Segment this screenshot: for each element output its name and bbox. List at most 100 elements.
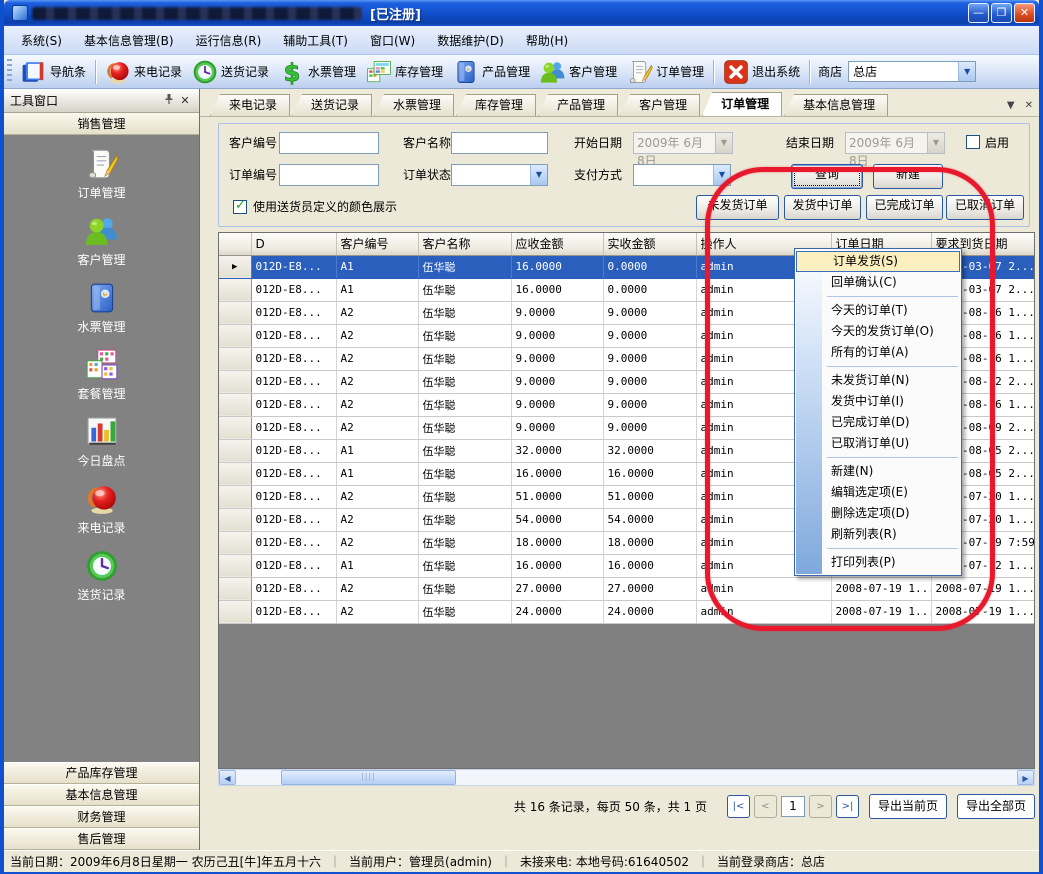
cell-received[interactable]: 9.0000 (603, 370, 696, 393)
tab-0[interactable]: 来电记录 (210, 94, 290, 116)
tab-4[interactable]: 产品管理 (538, 94, 618, 116)
tool-window-close-icon[interactable]: ✕ (177, 94, 193, 107)
menu-item-5[interactable]: 数据维护(D) (426, 28, 515, 53)
cell-received[interactable]: 16.0000 (603, 554, 696, 577)
cell-customer_name[interactable]: 伍华聪 (418, 255, 511, 278)
row-selector-cell[interactable] (219, 531, 251, 554)
cell-customer_no[interactable]: A2 (336, 393, 418, 416)
next-page-button[interactable]: > (809, 795, 832, 818)
last-page-button[interactable]: >| (836, 795, 859, 818)
cell-id[interactable]: 012D-E8... (251, 278, 336, 301)
row-selector-cell[interactable] (219, 347, 251, 370)
menu-item-1[interactable]: 基本信息管理(B) (73, 28, 185, 53)
row-selector-cell[interactable] (219, 370, 251, 393)
row-selector-cell[interactable] (219, 278, 251, 301)
cell-required_date[interactable]: 2008-07-19 1... (931, 600, 1035, 623)
cell-customer_no[interactable]: A2 (336, 577, 418, 600)
export-current-page-button[interactable]: 导出当前页 (869, 794, 947, 819)
scrollbar-thumb[interactable] (281, 770, 456, 785)
cell-receivable[interactable]: 9.0000 (511, 347, 603, 370)
cell-receivable[interactable]: 27.0000 (511, 577, 603, 600)
cell-customer_name[interactable]: 伍华聪 (418, 531, 511, 554)
row-selector-cell[interactable] (219, 324, 251, 347)
cell-customer_no[interactable]: A1 (336, 462, 418, 485)
cell-id[interactable]: 012D-E8... (251, 370, 336, 393)
cell-receivable[interactable]: 16.0000 (511, 255, 603, 278)
cell-received[interactable]: 9.0000 (603, 416, 696, 439)
store-select[interactable]: 总店▼ (848, 61, 976, 82)
row-selector-cell[interactable] (219, 485, 251, 508)
cell-id[interactable]: 012D-E8... (251, 439, 336, 462)
cell-customer_name[interactable]: 伍华聪 (418, 393, 511, 416)
cell-received[interactable]: 0.0000 (603, 278, 696, 301)
cell-received[interactable]: 9.0000 (603, 393, 696, 416)
delivery-color-checkbox[interactable] (233, 200, 247, 214)
context-menu-item-0[interactable]: 订单发货(S) (796, 251, 960, 272)
cell-operator[interactable]: admin (696, 600, 831, 623)
cell-id[interactable]: 012D-E8... (251, 347, 336, 370)
cell-customer_name[interactable]: 伍华聪 (418, 462, 511, 485)
maximize-button[interactable]: ❐ (991, 3, 1012, 23)
cell-id[interactable]: 012D-E8... (251, 324, 336, 347)
cell-customer_name[interactable]: 伍华聪 (418, 278, 511, 301)
table-row[interactable]: 012D-E8...A2伍华聪24.000024.0000admin2008-0… (219, 600, 1035, 623)
cell-customer_name[interactable]: 伍华聪 (418, 508, 511, 531)
cell-received[interactable]: 24.0000 (603, 600, 696, 623)
customer-name-input[interactable] (451, 132, 548, 154)
quick-filter-button-2[interactable]: 已完成订单 (866, 195, 943, 220)
cell-id[interactable]: 012D-E8... (251, 508, 336, 531)
toolbar-button-7[interactable]: 订单管理 (622, 57, 709, 87)
cell-customer_no[interactable]: A2 (336, 347, 418, 370)
cell-id[interactable]: 012D-E8... (251, 301, 336, 324)
tab-7[interactable]: 基本信息管理 (784, 94, 888, 116)
order-status-select[interactable]: ▼ (451, 164, 548, 186)
sidebar-item-5[interactable]: 来电记录 (42, 482, 162, 536)
cell-id[interactable]: 012D-E8... (251, 554, 336, 577)
cell-receivable[interactable]: 16.0000 (511, 462, 603, 485)
cell-order_date[interactable]: 2008-07-19 1... (831, 577, 931, 600)
cell-receivable[interactable]: 51.0000 (511, 485, 603, 508)
cell-receivable[interactable]: 54.0000 (511, 508, 603, 531)
sidebar-section-sales[interactable]: 销售管理 (4, 113, 199, 135)
scroll-right-icon[interactable]: ▶ (1017, 770, 1034, 785)
first-page-button[interactable]: |< (727, 795, 750, 818)
column-header-3[interactable]: 客户名称 (418, 233, 511, 255)
cell-customer_name[interactable]: 伍华聪 (418, 554, 511, 577)
quick-filter-button-0[interactable]: 未发货订单 (696, 195, 779, 220)
cell-customer_name[interactable]: 伍华聪 (418, 347, 511, 370)
row-selector-cell[interactable] (219, 301, 251, 324)
sidebar-item-3[interactable]: 套餐管理 (42, 348, 162, 402)
sidebar-item-1[interactable]: 客户管理 (42, 214, 162, 268)
row-selector-cell[interactable] (219, 393, 251, 416)
cell-id[interactable]: 012D-E8... (251, 255, 336, 278)
context-menu-item-13[interactable]: 编辑选定项(E) (795, 482, 961, 503)
toolbar-button-2[interactable]: 送货记录 (187, 57, 274, 87)
context-menu-item-17[interactable]: 打印列表(P) (795, 552, 961, 573)
context-menu-item-12[interactable]: 新建(N) (795, 461, 961, 482)
scroll-left-icon[interactable]: ◀ (219, 770, 236, 785)
cell-receivable[interactable]: 9.0000 (511, 393, 603, 416)
cell-received[interactable]: 18.0000 (603, 531, 696, 554)
menu-item-4[interactable]: 窗口(W) (359, 28, 426, 53)
table-row[interactable]: 012D-E8...A2伍华聪27.000027.0000admin2008-0… (219, 577, 1035, 600)
cell-id[interactable]: 012D-E8... (251, 600, 336, 623)
cell-customer_no[interactable]: A2 (336, 324, 418, 347)
cell-receivable[interactable]: 24.0000 (511, 600, 603, 623)
row-selector-cell[interactable] (219, 554, 251, 577)
row-selector-cell[interactable]: ▶ (219, 255, 251, 278)
cell-receivable[interactable]: 9.0000 (511, 324, 603, 347)
row-selector-cell[interactable] (219, 577, 251, 600)
quick-filter-button-3[interactable]: 已取消订单 (946, 195, 1024, 220)
cell-receivable[interactable]: 9.0000 (511, 301, 603, 324)
cell-receivable[interactable]: 9.0000 (511, 370, 603, 393)
context-menu-item-15[interactable]: 刷新列表(R) (795, 524, 961, 545)
cell-customer_name[interactable]: 伍华聪 (418, 439, 511, 462)
toolbar-button-4[interactable]: 库存管理 (361, 57, 448, 87)
tab-dropdown-icon[interactable]: ▼ (1007, 100, 1015, 111)
close-button[interactable]: ✕ (1014, 3, 1035, 23)
cell-customer_no[interactable]: A2 (336, 531, 418, 554)
tab-close-icon[interactable]: ✕ (1025, 100, 1033, 111)
tab-1[interactable]: 送货记录 (292, 94, 372, 116)
cell-received[interactable]: 32.0000 (603, 439, 696, 462)
cell-customer_no[interactable]: A2 (336, 508, 418, 531)
